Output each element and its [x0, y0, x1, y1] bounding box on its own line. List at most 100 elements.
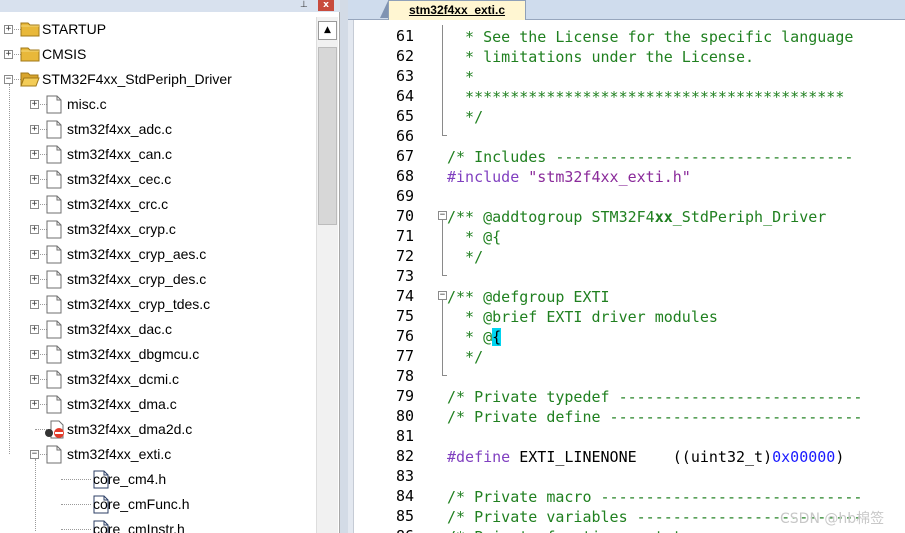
tree-item-label: stm32f4xx_exti.c — [67, 446, 172, 462]
tree-item[interactable]: + stm32f4xx_cec.c — [0, 167, 316, 192]
expand-icon[interactable]: + — [30, 300, 39, 309]
tree-item[interactable]: + STARTUP — [0, 17, 316, 42]
code-token: ) — [835, 448, 845, 466]
code-line[interactable]: */ — [447, 347, 483, 367]
fold-line — [442, 365, 443, 375]
expand-icon[interactable]: + — [30, 225, 39, 234]
line-number: 63 — [395, 67, 414, 85]
tree-item[interactable]: + stm32f4xx_dbgmcu.c — [0, 342, 316, 367]
tab-stm32f4xx-exti-c[interactable]: stm32f4xx_exti.c — [388, 0, 526, 20]
tree-item-label: stm32f4xx_dac.c — [67, 321, 173, 337]
tree-item[interactable]: core_cm4.h — [0, 467, 316, 492]
expand-icon[interactable]: + — [30, 150, 39, 159]
tree-item[interactable]: core_cmFunc.h — [0, 492, 316, 517]
tree-item[interactable]: + stm32f4xx_cryp.c — [0, 217, 316, 242]
line-number: 74 — [395, 287, 414, 305]
expand-icon[interactable]: + — [30, 400, 39, 409]
file-icon — [46, 170, 62, 194]
tree-item[interactable]: + stm32f4xx_cryp_aes.c — [0, 242, 316, 267]
line-number: 77 — [395, 347, 414, 365]
expand-icon[interactable]: + — [30, 275, 39, 284]
code-token: /* Private typedef ---------------------… — [447, 388, 863, 406]
expand-icon[interactable]: + — [4, 25, 13, 34]
tree-item[interactable]: − STM32F4xx_StdPeriph_Driver — [0, 67, 316, 92]
tree-item-label: stm32f4xx_adc.c — [67, 121, 173, 137]
code-line[interactable]: */ — [447, 107, 483, 127]
code-line[interactable]: * limitations under the License. — [447, 47, 754, 67]
expand-icon[interactable]: + — [30, 125, 39, 134]
tree-item[interactable]: + stm32f4xx_dma.c — [0, 392, 316, 417]
tree-item[interactable]: + stm32f4xx_crc.c — [0, 192, 316, 217]
line-number-gutter: 61 62 63 64 65 66 67 68 69 70 − 71 72 73 74 − 75 76 77 78 79… — [354, 20, 448, 533]
fold-collapse-icon[interactable]: − — [438, 291, 447, 300]
code-line[interactable]: /* Private typedef ---------------------… — [447, 387, 862, 407]
expand-icon[interactable]: + — [30, 100, 39, 109]
tree-scrollbar[interactable]: ▲ — [316, 17, 338, 533]
editor-tab-bar: stm32f4xx_exti.c — [348, 0, 905, 20]
scroll-thumb[interactable] — [318, 47, 337, 225]
expand-icon[interactable]: + — [30, 375, 39, 384]
tree-item[interactable]: + stm32f4xx_cryp_des.c — [0, 267, 316, 292]
close-panel-button[interactable]: x — [318, 0, 334, 11]
code-line[interactable]: #define EXTI_LINENONE ((uint32_t)0x00000… — [447, 447, 844, 467]
code-line[interactable]: /* Private define ----------------------… — [447, 407, 862, 427]
tree-item[interactable]: + stm32f4xx_dcmi.c — [0, 367, 316, 392]
collapse-icon[interactable]: − — [30, 450, 39, 459]
code-token: _StdPeriph_Driver — [672, 208, 827, 226]
code-line[interactable]: * @{ — [447, 227, 501, 247]
tree-item[interactable]: − stm32f4xx_exti.c — [0, 442, 316, 467]
code-line[interactable]: * See the License for the specific langu… — [447, 27, 853, 47]
code-area[interactable]: * See the License for the specific langu… — [447, 20, 905, 533]
code-line[interactable]: * @brief EXTI driver modules — [447, 307, 718, 327]
code-line[interactable]: /* Private macro -----------------------… — [447, 487, 862, 507]
code-line[interactable]: * — [447, 67, 474, 87]
scroll-up-button[interactable]: ▲ — [318, 21, 337, 40]
file-icon — [46, 320, 62, 344]
tree-item-label: stm32f4xx_dcmi.c — [67, 371, 180, 387]
expand-icon[interactable]: + — [30, 350, 39, 359]
expand-icon[interactable]: + — [30, 250, 39, 259]
pin-icon[interactable]: ⊥ — [300, 0, 308, 10]
tree-item-label: stm32f4xx_crc.c — [67, 196, 169, 212]
tree-item[interactable]: core_cmInstr.h — [0, 517, 316, 533]
code-token: */ — [447, 108, 484, 126]
panel-splitter[interactable] — [340, 0, 348, 533]
tree-item[interactable]: + stm32f4xx_cryp_tdes.c — [0, 292, 316, 317]
fold-collapse-icon[interactable]: − — [438, 211, 447, 220]
code-token: * @{ — [447, 228, 502, 246]
tree-item-label: stm32f4xx_cryp_aes.c — [67, 246, 207, 262]
line-number: 75 — [395, 307, 414, 325]
file-icon — [46, 95, 62, 119]
code-line[interactable]: /** @defgroup EXTI — [447, 287, 610, 307]
fold-line — [442, 125, 443, 135]
tree-item[interactable]: stm32f4xx_dma2d.c — [0, 417, 316, 442]
code-line[interactable]: ****************************************… — [447, 87, 844, 107]
expand-icon[interactable]: + — [30, 200, 39, 209]
line-number: 78 — [395, 367, 414, 385]
file-icon — [46, 295, 62, 319]
tree-connector — [61, 479, 91, 480]
tree-item-label: core_cmInstr.h — [93, 521, 185, 533]
collapse-icon[interactable]: − — [4, 75, 13, 84]
code-line[interactable]: /* Includes ----------------------------… — [447, 147, 853, 167]
tree-connector — [61, 529, 91, 530]
code-token: ****************************************… — [447, 88, 845, 106]
panel-titlebar — [0, 0, 340, 12]
code-token: 0x00000 — [772, 448, 836, 466]
fold-line — [442, 25, 443, 45]
tree-item[interactable]: + stm32f4xx_dac.c — [0, 317, 316, 342]
line-number: 86 — [354, 527, 414, 533]
code-line[interactable]: #include "stm32f4xx_exti.h" — [447, 167, 691, 187]
tree-item[interactable]: + misc.c — [0, 92, 316, 117]
tree-item[interactable]: + stm32f4xx_can.c — [0, 142, 316, 167]
tree-item-label: stm32f4xx_cryp_des.c — [67, 271, 207, 287]
code-line[interactable]: /** @addtogroup STM32F4xx_StdPeriph_Driv… — [447, 207, 826, 227]
expand-icon[interactable]: + — [30, 175, 39, 184]
expand-icon[interactable]: + — [4, 50, 13, 59]
code-line[interactable]: */ — [447, 247, 483, 267]
tree-item[interactable]: + CMSIS — [0, 42, 316, 67]
expand-icon[interactable]: + — [30, 325, 39, 334]
tree-item-label: CMSIS — [42, 46, 87, 62]
code-line[interactable]: * @{ — [447, 327, 502, 347]
tree-item[interactable]: + stm32f4xx_adc.c — [0, 117, 316, 142]
